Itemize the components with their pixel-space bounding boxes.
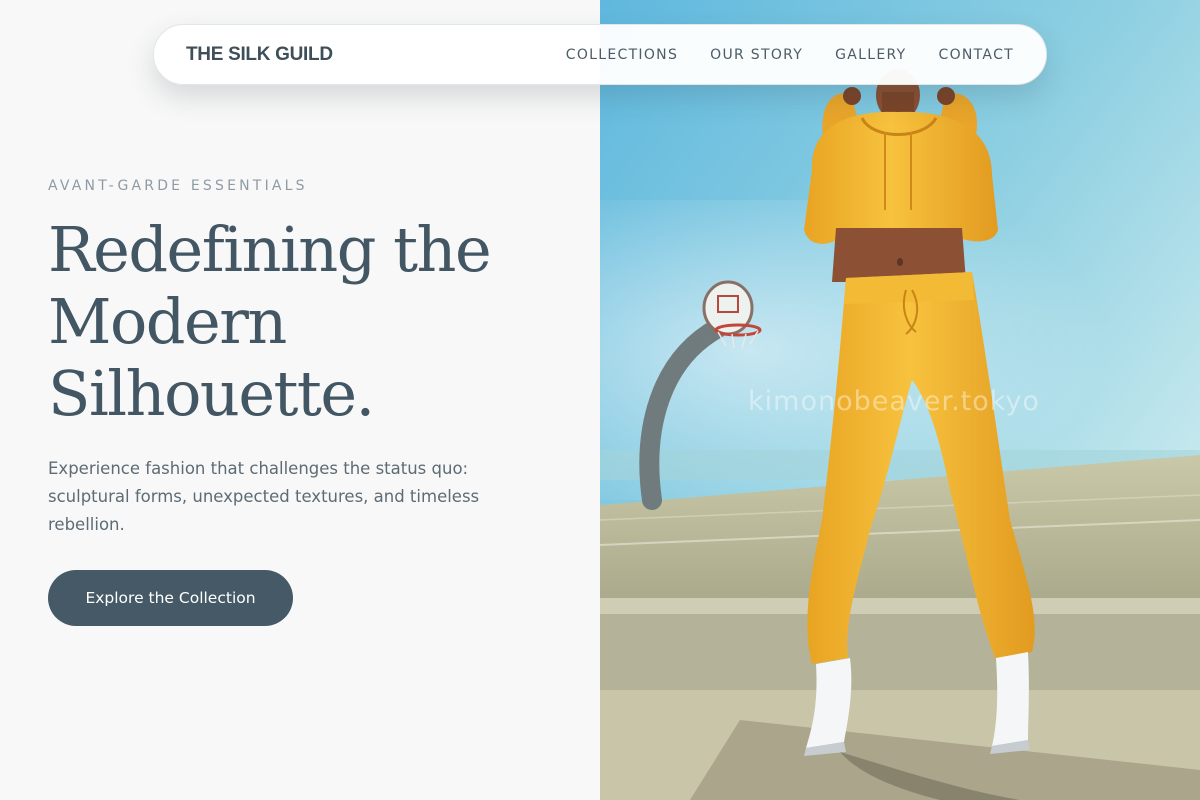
headline-line: Silhouette. [48, 357, 375, 430]
hero-eyebrow: AVANT-GARDE ESSENTIALS [48, 178, 308, 194]
nav-link-our-story[interactable]: OUR STORY [710, 47, 803, 63]
nav-link-collections[interactable]: COLLECTIONS [566, 47, 678, 63]
nav-links: COLLECTIONS OUR STORY GALLERY CONTACT [566, 47, 1014, 63]
nav-link-contact[interactable]: CONTACT [939, 47, 1015, 63]
brand-logo[interactable]: THE SILK GUILD [186, 44, 333, 66]
nav-link-gallery[interactable]: GALLERY [835, 47, 906, 63]
explore-collection-button[interactable]: Explore the Collection [48, 570, 293, 626]
headline-line: Modern [48, 285, 287, 358]
headline-line: Redefining the [48, 213, 492, 286]
navbar: THE SILK GUILD COLLECTIONS OUR STORY GAL… [153, 24, 1047, 85]
hero-headline: Redefining the Modern Silhouette. [48, 214, 568, 430]
hero-description: Experience fashion that challenges the s… [48, 459, 480, 534]
image-watermark: kimonobeaver.tokyo [748, 386, 1040, 417]
